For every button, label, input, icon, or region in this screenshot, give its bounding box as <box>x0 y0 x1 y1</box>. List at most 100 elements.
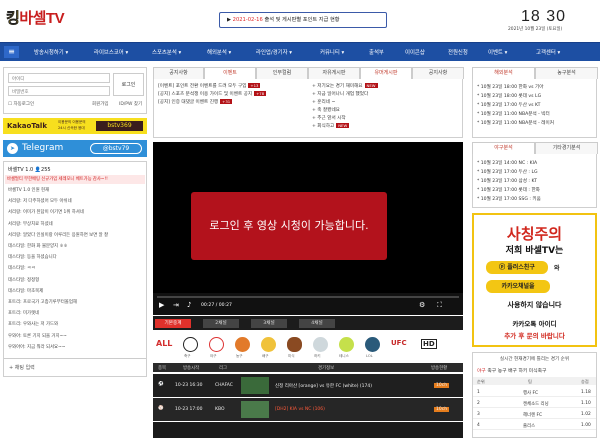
filter-all[interactable]: ALL <box>156 339 172 348</box>
tab-overseas-analysis[interactable]: 해외분석 <box>472 67 535 79</box>
logo-text: 바셀TV <box>19 10 65 27</box>
telegram-id: @bstv79 <box>90 143 142 154</box>
nav-item-overseas[interactable]: 해외분석 ▾ <box>207 48 231 56</box>
password-input[interactable] <box>8 86 110 96</box>
list-item[interactable]: * 10월 23일 18:00 롯데 vs LG <box>477 93 541 99</box>
remember-checkbox[interactable]: ☐ 자동로그인 <box>8 101 34 107</box>
chat-message: 서리랑: 저 다주하셨어 모두 아쉬네 <box>8 199 72 205</box>
nav-item-broadcast[interactable]: 방송시청하기 ▾ <box>34 48 68 56</box>
tab-baseball-analysis[interactable]: 야구분석 <box>472 142 535 154</box>
nav-item-sports-analysis[interactable]: 스포츠분석 ▾ <box>152 48 181 56</box>
channel-2-button[interactable]: 2채널 <box>203 319 239 328</box>
baseball-icon[interactable] <box>209 337 224 352</box>
join-link[interactable]: 회원가입 <box>92 101 109 107</box>
match-status: 10ch <box>434 383 450 388</box>
table-row[interactable]: ⚾ 10-23 17:00 KBO [DH2] KIA vs NC (106) … <box>153 398 463 421</box>
nav-item-apply[interactable]: 전원신청 <box>448 48 468 56</box>
new-badge: NEW <box>364 83 378 88</box>
hockey-icon[interactable] <box>313 337 328 352</box>
soccer-icon[interactable] <box>183 337 198 352</box>
label-lol: LOL <box>366 354 373 358</box>
table-row[interactable]: ⚽ 10-23 16:30 CHAFAC 신정 리아산 [orange] vs … <box>153 374 463 397</box>
list-item[interactable]: + 추근 앞서 시작 <box>312 115 346 121</box>
nav-item-event[interactable]: 이벤트 ▾ <box>488 48 507 56</box>
channel-3-button[interactable]: 3채널 <box>251 319 287 328</box>
notice-ticker[interactable]: ▶ 2021-02-16 출석 및 게시판별 포인트 지급 현황 <box>219 12 387 28</box>
hd-icon[interactable]: HD <box>421 339 437 349</box>
nav-item-livescore[interactable]: 라이브스코어 ▾ <box>94 48 128 56</box>
tab-humor-board[interactable]: 유머게시판 <box>360 67 412 79</box>
list-item[interactable]: + 회식하고 NEW <box>312 123 350 129</box>
tab-notice[interactable]: 공지사항 <box>153 67 204 79</box>
table-row[interactable]: 4 줄리스 1.00 <box>473 420 596 430</box>
site-logo[interactable]: 킹바셀TV <box>6 6 94 32</box>
nav-item-community[interactable]: 커뮤니티 ▾ <box>320 48 344 56</box>
tab-hockey[interactable]: 하키 <box>518 369 527 374</box>
table-row[interactable] <box>153 422 463 438</box>
list-item[interactable]: * 10월 23일 17:00 두산 vs KT <box>477 102 540 108</box>
volume-icon[interactable]: ♪ <box>187 301 191 309</box>
board-item-title: + 저기요는 경기 재미해요 <box>312 84 363 89</box>
hamburger-menu-icon[interactable]: ≡ <box>4 46 19 58</box>
find-account-link[interactable]: ID/PW 찾기 <box>119 101 142 107</box>
match-thumbnail <box>241 377 269 394</box>
chat-input[interactable]: + 채팅 입력 <box>4 358 146 376</box>
nav-item-support[interactable]: 고객센터 ▾ <box>536 48 560 56</box>
tab-baseball[interactable]: 야구 <box>477 369 486 374</box>
list-item[interactable]: + 저기요는 경기 재미해요 NEW <box>312 83 378 89</box>
channel-bar: 기본중계 2채널 3채널 4채널 <box>153 316 463 330</box>
list-item[interactable]: [공지] 스포츠 분석쟁 이용 가이드 및 이벤트 공지 +78 <box>158 91 267 97</box>
soccer-icon: ⚽ <box>158 382 164 387</box>
tab-basketball[interactable]: 농구 <box>498 369 507 374</box>
tab-notice-2[interactable]: 공지사항 <box>412 67 464 79</box>
video-progress-bar[interactable] <box>157 296 459 298</box>
list-item[interactable]: * 10월 23일 14:00 NC : KIA <box>477 160 537 166</box>
play-icon[interactable]: ▶ <box>159 301 164 309</box>
list-item[interactable]: [공지] 인증 대댓글 이벤트 진행 +31 <box>158 99 233 105</box>
impersonation-warning-ad[interactable]: 사칭주의 저희 바셀TV는 ⓟ 플러스친구 와 카카오채널을 사용하지 않습니다… <box>472 213 597 347</box>
basketball-icon[interactable] <box>235 337 250 352</box>
list-item[interactable]: * 10월 23일 18:00 한화 vs 기아 <box>477 84 543 90</box>
nav-item-attendance[interactable]: 출석부 <box>369 48 384 56</box>
list-item[interactable]: [이벤트] 포인트 전환 이벤트를 드려 모두 구입 +13 <box>158 83 261 89</box>
telegram-banner[interactable]: ➤ Telegram @bstv79 <box>3 140 147 157</box>
ufc-icon[interactable]: UFC <box>391 339 407 347</box>
list-item[interactable]: + 축 잘봤네요 <box>312 107 340 113</box>
skip-icon[interactable]: ⇥ <box>173 301 179 309</box>
login-button[interactable]: 로그인 <box>113 73 144 96</box>
list-item[interactable]: * 10월 23일 11:00 NBA분석 - 레이커 <box>477 120 554 126</box>
list-item[interactable]: * 10월 23일 17:00 롯데 : 한화 <box>477 187 540 193</box>
list-item[interactable]: * 10월 23일 11:00 NBA분석 - 빅터 <box>477 111 550 117</box>
fullscreen-icon[interactable]: ⛶ <box>437 301 442 310</box>
chat-message: 서리랑: 알았다 인실이랑 이루리든 응원하면 보면 알 잘 <box>8 232 109 238</box>
video-player[interactable]: 로그인 후 영상 시청이 가능합니다. ▶ ⇥ ♪ 00:27 / 00:27 … <box>153 142 463 315</box>
kakao-banner[interactable]: KakaoTalk 이용문의 이용문의 24시 신속한 응대 bstv369 <box>3 118 147 134</box>
match-info: 신정 리아산 [orange] vs 유한 FC (white) (174) <box>275 384 373 389</box>
tab-column[interactable]: 인부컬럼 <box>256 67 308 79</box>
tab-basketball-analysis[interactable]: 농구분석 <box>535 67 598 79</box>
nav-item-icon-shop[interactable]: 이이콘샵 <box>405 48 425 56</box>
list-item[interactable]: + 지금 일어나니 개업 했었다 <box>312 91 368 97</box>
table-row[interactable]: 2 켄체소드 리닝 1.10 <box>473 398 596 408</box>
table-row[interactable]: 3 헤너렌 FC 1.02 <box>473 409 596 419</box>
tab-soccer[interactable]: 축구 <box>487 369 496 374</box>
list-item[interactable]: * 10월 23일 17:00 SSG : 키움 <box>477 196 541 202</box>
volleyball-icon[interactable] <box>261 337 276 352</box>
tab-event[interactable]: 이벤트 <box>204 67 256 79</box>
nav-item-lineup[interactable]: 라인업/경기자 ▾ <box>256 48 292 56</box>
table-row[interactable]: 1 행사 FC 1.18 <box>473 387 596 397</box>
channel-1-button[interactable]: 기본중계 <box>155 319 191 328</box>
tab-free-board[interactable]: 자유게시판 <box>308 67 360 79</box>
tennis-icon[interactable] <box>339 337 354 352</box>
list-item[interactable]: + 훈리네 ~ <box>312 99 335 105</box>
tab-volleyball[interactable]: 배구 <box>508 369 517 374</box>
list-item[interactable]: * 10월 23일 17:00 삼성 : KT <box>477 178 537 184</box>
tab-football[interactable]: 미식축구 <box>529 369 547 374</box>
list-item[interactable]: * 10월 23일 17:00 두산 : LG <box>477 169 538 175</box>
tab-other-analysis[interactable]: 기타경기분석 <box>535 142 598 154</box>
id-input[interactable] <box>8 73 110 83</box>
settings-icon[interactable]: ⚙ <box>419 301 425 309</box>
channel-4-button[interactable]: 4채널 <box>299 319 335 328</box>
football-icon[interactable] <box>287 337 302 352</box>
lol-icon[interactable] <box>365 337 380 352</box>
